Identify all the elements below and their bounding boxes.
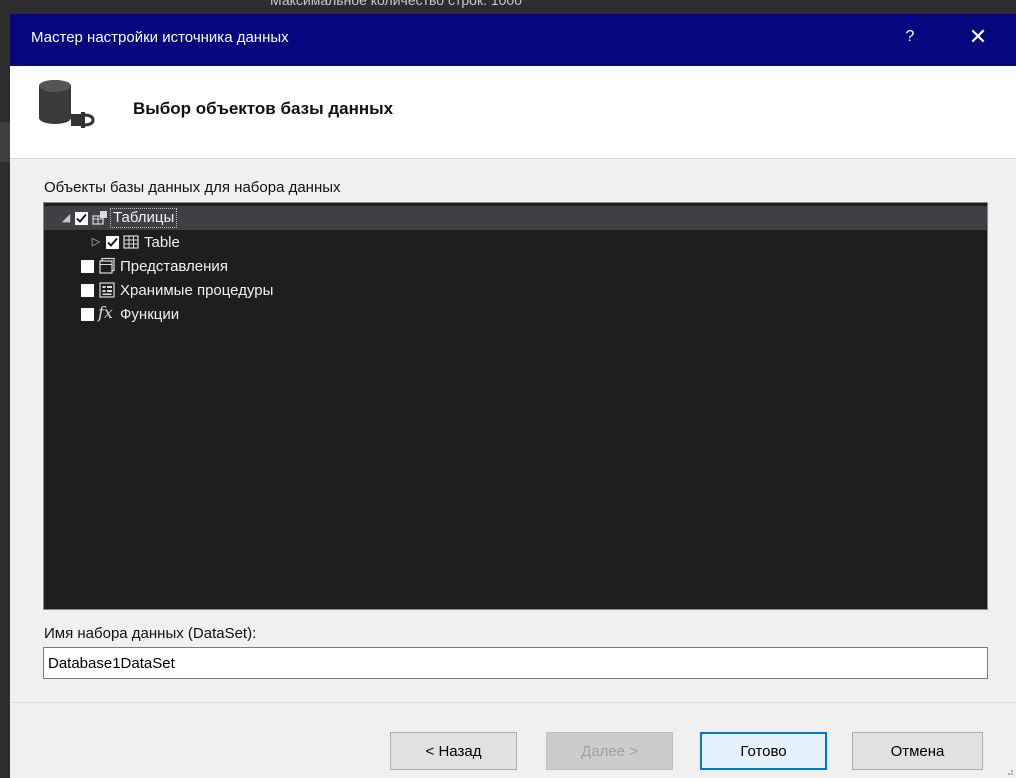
wizard-header-panel: Выбор объектов базы данных [10, 66, 1016, 159]
objects-label: Объекты базы данных для набора данных [44, 179, 341, 196]
stored-procedures-checkbox[interactable] [81, 283, 94, 297]
tree-item-stored-procedures[interactable]: Хранимые процедуры [44, 278, 987, 302]
tree-item-label: Table [144, 233, 180, 251]
resize-grip-icon[interactable] [1004, 766, 1014, 776]
expand-arrow-icon[interactable]: ▷ [90, 236, 102, 248]
tree-item-views[interactable]: Представления [44, 254, 987, 278]
tree-item-label: Таблицы [110, 208, 178, 228]
table-checkbox[interactable] [106, 235, 119, 249]
footer-divider [10, 702, 1016, 703]
tree-item-table[interactable]: ▷ Table [44, 230, 987, 254]
back-button[interactable]: < Назад [390, 732, 517, 770]
data-source-wizard-dialog: Мастер настройки источника данных ? ✕ Вы… [10, 14, 1016, 778]
database-objects-tree[interactable]: ◢ Таблицы ▷ Table Представления Хранимые… [43, 202, 988, 610]
tree-item-label: Хранимые процедуры [120, 281, 274, 299]
ide-toolbar-text: Максимальное количество строк: 1000 [270, 0, 523, 8]
stored-procedures-icon [99, 282, 115, 298]
ide-background-toolbar: Максимальное количество строк: 1000 [0, 0, 1016, 14]
dialog-title: Мастер настройки источника данных [31, 29, 289, 46]
functions-icon: fx [98, 303, 113, 322]
tables-checkbox[interactable] [75, 211, 88, 225]
collapse-arrow-icon[interactable]: ◢ [60, 212, 72, 224]
tree-item-functions[interactable]: fx Функции [44, 302, 987, 326]
next-button[interactable]: Далее > [546, 732, 673, 770]
tree-item-label: Представления [120, 257, 228, 275]
help-button[interactable]: ? [897, 22, 923, 52]
ide-background-edge [0, 14, 10, 778]
functions-checkbox[interactable] [81, 307, 94, 321]
tree-item-tables[interactable]: ◢ Таблицы [44, 206, 987, 230]
dialog-titlebar[interactable]: Мастер настройки источника данных ? ✕ [10, 14, 1016, 66]
finish-button[interactable]: Готово [700, 732, 827, 770]
dataset-name-label: Имя набора данных (DataSet): [44, 625, 257, 642]
views-icon [99, 257, 115, 274]
wizard-step-title: Выбор объектов базы данных [133, 99, 394, 118]
database-connection-icon [39, 80, 95, 128]
views-checkbox[interactable] [81, 259, 94, 273]
cancel-button[interactable]: Отмена [852, 732, 983, 770]
table-grid-icon [123, 235, 139, 249]
dataset-name-input[interactable] [43, 647, 988, 679]
tree-item-label: Функции [120, 305, 180, 323]
tables-icon [92, 211, 107, 225]
close-button[interactable]: ✕ [960, 20, 996, 54]
